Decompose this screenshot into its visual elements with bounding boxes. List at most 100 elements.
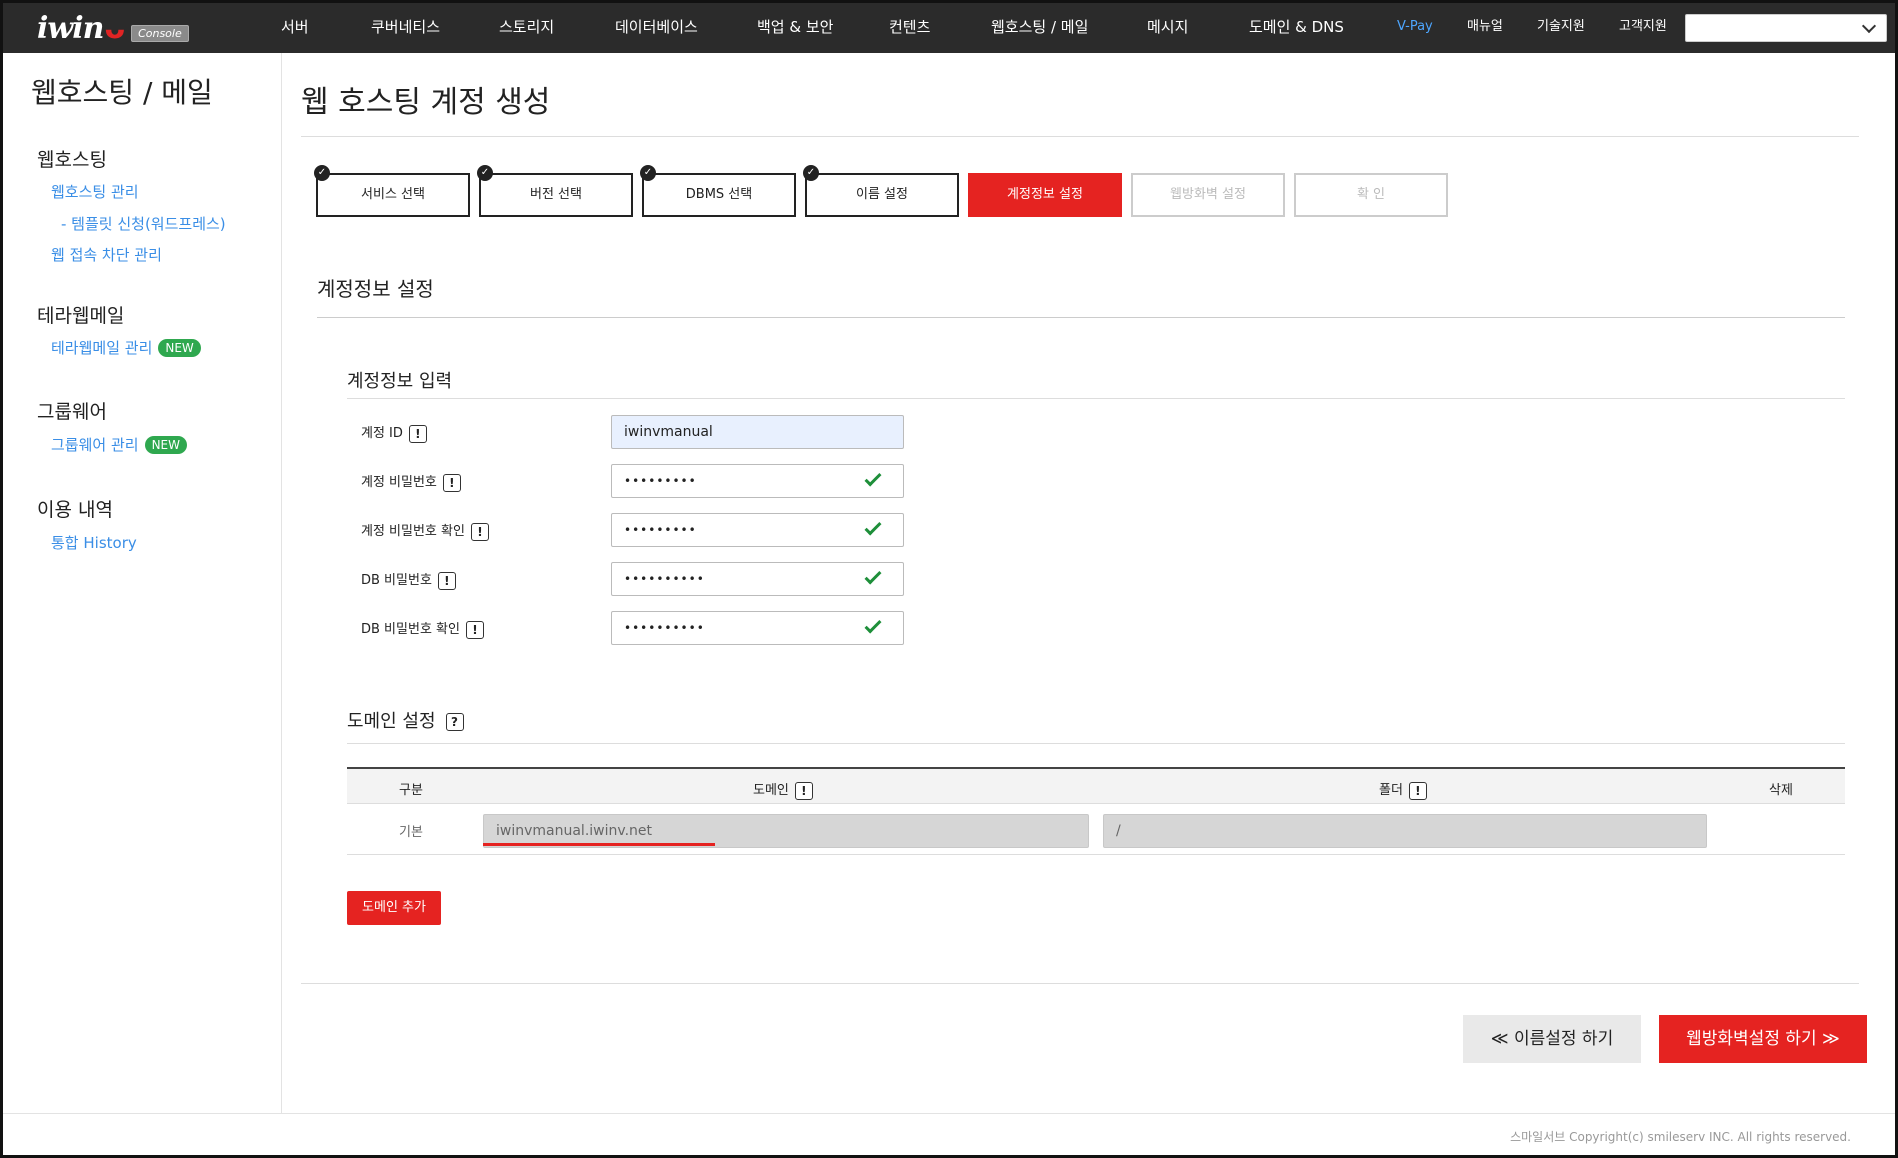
nav-item-contents[interactable]: 컨텐츠: [889, 3, 930, 53]
row-type: 기본: [399, 825, 423, 840]
divider: [347, 743, 1845, 744]
field-label-text: DB 비밀번호: [361, 573, 432, 588]
divider: [317, 317, 1845, 318]
top-navigation: iwin ᴗ Console 서버 쿠버네티스 스토리지 데이터베이스 백업 &…: [3, 3, 1895, 53]
logo-smile-icon: ᴗ: [104, 10, 126, 46]
step-name-setting: ✓ 이름 설정: [803, 165, 959, 217]
console-badge: Console: [131, 24, 189, 42]
info-icon[interactable]: !: [442, 473, 461, 492]
nav-item-tech-support[interactable]: 기술지원: [1537, 3, 1585, 53]
check-icon: [864, 567, 882, 585]
sidebar-item-terawebmail-manage[interactable]: 테라웹메일 관리 NEW: [51, 337, 201, 358]
password-confirm-input[interactable]: •••••••••: [611, 513, 904, 547]
info-icon[interactable]: !: [1408, 781, 1427, 800]
nav-item-message[interactable]: 메시지: [1147, 3, 1188, 53]
browser-frame: iwin ᴗ Console 서버 쿠버네티스 스토리지 데이터베이스 백업 &…: [0, 0, 1898, 1158]
nav-item-webhosting-mail[interactable]: 웹호스팅 / 메일: [991, 3, 1088, 53]
folder-input: /: [1103, 814, 1707, 848]
sidebar-item-label: 테라웹메일 관리: [51, 339, 153, 357]
nav-item-backup-security[interactable]: 백업 & 보안: [757, 3, 833, 53]
info-icon[interactable]: !: [408, 424, 427, 443]
sidebar-item-template-request[interactable]: - 템플릿 신청(워드프레스): [61, 213, 226, 234]
check-icon: [864, 469, 882, 487]
sidebar-item-history[interactable]: 통합 History: [51, 532, 137, 553]
header-type: 구분: [399, 783, 423, 798]
password-value: •••••••••: [624, 474, 697, 488]
logo-text: iwin: [37, 10, 104, 46]
field-label-text: 계정 비밀번호: [361, 475, 437, 490]
step-label: 서비스 선택: [361, 187, 425, 202]
help-icon[interactable]: ?: [445, 713, 464, 731]
info-icon[interactable]: !: [470, 522, 489, 541]
header-folder-text: 폴더: [1379, 783, 1403, 798]
check-icon: ✓: [803, 165, 819, 181]
header-folder: 폴더!: [1379, 779, 1427, 800]
info-icon[interactable]: !: [794, 781, 813, 800]
divider: [301, 983, 1859, 984]
logo[interactable]: iwin ᴗ Console: [37, 10, 189, 46]
info-icon[interactable]: !: [437, 571, 456, 590]
step-label: 이름 설정: [856, 187, 908, 202]
header-domain: 도메인!: [753, 779, 813, 800]
account-select[interactable]: [1685, 14, 1887, 42]
step-account-info: 계정정보 설정: [968, 173, 1122, 217]
add-domain-button[interactable]: 도메인 추가: [347, 891, 441, 925]
field-label-text: 계정 ID: [361, 426, 403, 441]
step-service-select: ✓ 서비스 선택: [314, 165, 470, 217]
sidebar-section-groupware: 그룹웨어: [37, 401, 107, 423]
password-confirm-value: •••••••••: [624, 523, 697, 537]
nav-item-kubernetes[interactable]: 쿠버네티스: [371, 3, 440, 53]
header-domain-text: 도메인: [753, 783, 789, 798]
account-subtitle: 계정정보 입력: [347, 371, 453, 392]
step-label: 계정정보 설정: [1007, 187, 1083, 202]
sidebar-item-web-block[interactable]: 웹 접속 차단 관리: [51, 244, 162, 265]
prev-step-button[interactable]: ≪ 이름설정 하기: [1463, 1015, 1641, 1063]
table-row: 기본 iwinvmanual.iwinv.net /: [347, 803, 1845, 855]
sidebar-section-webhosting: 웹호스팅: [37, 149, 107, 171]
domain-table-header: 구분 도메인! 폴더! 삭제: [347, 767, 1845, 803]
page-title: 웹 호스팅 계정 생성: [301, 85, 551, 120]
section-title: 계정정보 설정: [317, 277, 434, 301]
nav-item-manual[interactable]: 매뉴얼: [1467, 3, 1503, 53]
domain-subtitle-text: 도메인 설정: [347, 711, 436, 732]
sidebar-section-terawebmail: 테라웹메일: [37, 305, 125, 327]
password-input[interactable]: •••••••••: [611, 464, 904, 498]
domain-value: iwinvmanual.iwinv.net: [496, 823, 652, 839]
nav-item-vpay[interactable]: V-Pay: [1397, 3, 1433, 53]
copyright: 스마일서브 Copyright(c) smileserv INC. All ri…: [1510, 1130, 1851, 1144]
header-delete: 삭제: [1769, 783, 1793, 798]
footer: 스마일서브 Copyright(c) smileserv INC. All ri…: [3, 1113, 1895, 1155]
new-badge: NEW: [144, 436, 188, 454]
nav-item-storage[interactable]: 스토리지: [499, 3, 554, 53]
nav-item-customer-support[interactable]: 고객지원: [1619, 3, 1667, 53]
field-label-text: 계정 비밀번호 확인: [361, 524, 465, 539]
step-web-firewall: 웹방화벽 설정: [1131, 173, 1285, 217]
db-password-input[interactable]: ••••••••••: [611, 562, 904, 596]
nav-item-domain-dns[interactable]: 도메인 & DNS: [1249, 3, 1344, 53]
sidebar-title: 웹호스팅 / 메일: [31, 76, 213, 109]
step-label: DBMS 선택: [685, 187, 753, 202]
next-step-button[interactable]: 웹방화벽설정 하기 ≫: [1659, 1015, 1867, 1063]
sidebar-item-label: 그룹웨어 관리: [51, 436, 139, 454]
account-id-input[interactable]: iwinvmanual: [611, 415, 904, 449]
domain-subtitle: 도메인 설정?: [347, 707, 464, 733]
field-label-password: 계정 비밀번호!: [361, 471, 461, 492]
db-password-confirm-value: ••••••••••: [624, 621, 705, 635]
account-id-value: iwinvmanual: [624, 424, 713, 440]
nav-item-database[interactable]: 데이터베이스: [615, 3, 698, 53]
domain-underline: [483, 843, 715, 846]
sidebar: 웹호스팅 / 메일 웹호스팅 웹호스팅 관리 - 템플릿 신청(워드프레스) 웹…: [3, 53, 282, 1113]
field-label-account-id: 계정 ID!: [361, 422, 427, 443]
step-label: 웹방화벽 설정: [1170, 187, 1246, 202]
sidebar-item-webhosting-manage[interactable]: 웹호스팅 관리: [51, 181, 139, 202]
db-password-confirm-input[interactable]: ••••••••••: [611, 611, 904, 645]
nav-item-server[interactable]: 서버: [281, 3, 309, 53]
check-icon: [864, 518, 882, 536]
info-icon[interactable]: !: [465, 620, 484, 639]
db-password-value: ••••••••••: [624, 572, 705, 586]
step-label: 확 인: [1356, 187, 1386, 202]
chevron-down-icon: [1861, 18, 1877, 34]
folder-value: /: [1116, 823, 1121, 839]
step-confirm: 확 인: [1294, 173, 1448, 217]
sidebar-item-groupware-manage[interactable]: 그룹웨어 관리 NEW: [51, 434, 188, 455]
